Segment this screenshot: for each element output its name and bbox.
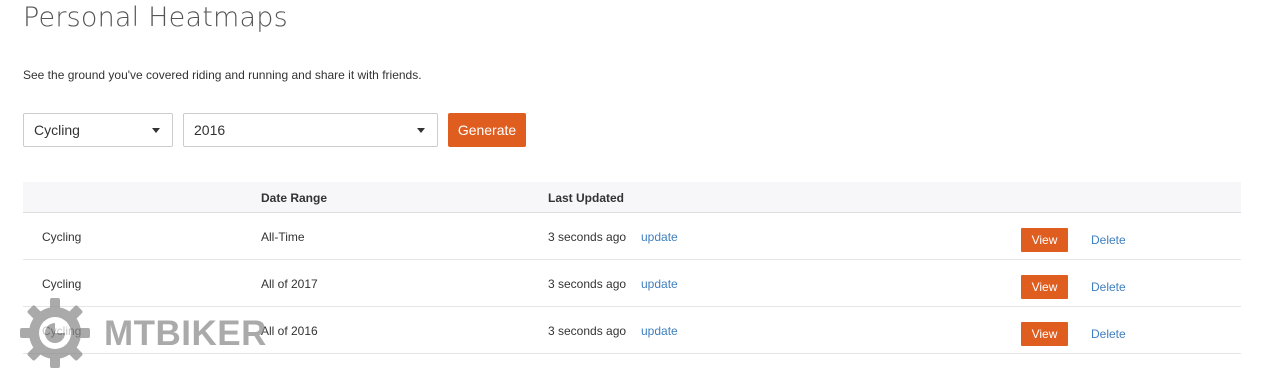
year-select-value: 2016: [194, 122, 226, 138]
delete-link[interactable]: Delete: [1091, 280, 1126, 294]
row-last-updated: 3 seconds ago: [548, 230, 627, 244]
sport-select[interactable]: Cycling: [23, 113, 173, 147]
delete-link[interactable]: Delete: [1091, 233, 1126, 247]
year-select[interactable]: 2016: [183, 113, 438, 147]
table-row: Cycling All-Time 3 seconds ago update Vi…: [23, 213, 1241, 260]
update-link[interactable]: update: [641, 277, 678, 291]
column-header-date-range: Date Range: [261, 191, 328, 205]
update-link[interactable]: update: [641, 230, 678, 244]
table-header: Date Range Last Updated: [23, 182, 1241, 213]
table-row: Cycling All of 2016 3 seconds ago update…: [23, 307, 1241, 354]
row-sport: Cycling: [42, 230, 82, 244]
row-date-range: All of 2017: [261, 277, 318, 291]
row-sport: Cycling: [42, 324, 82, 338]
view-button[interactable]: View: [1021, 322, 1068, 346]
generate-button[interactable]: Generate: [448, 113, 526, 147]
update-link[interactable]: update: [641, 324, 678, 338]
table-row: Cycling All of 2017 3 seconds ago update…: [23, 260, 1241, 307]
heatmaps-table: Date Range Last Updated Cycling All-Time…: [23, 182, 1241, 354]
sport-select-value: Cycling: [34, 122, 80, 138]
row-date-range: All-Time: [261, 230, 305, 244]
delete-link[interactable]: Delete: [1091, 327, 1126, 341]
row-date-range: All of 2016: [261, 324, 318, 338]
column-header-last-updated: Last Updated: [548, 191, 625, 205]
row-last-updated: 3 seconds ago: [548, 324, 627, 338]
row-sport: Cycling: [42, 277, 82, 291]
view-button[interactable]: View: [1021, 275, 1068, 299]
page-subtitle: See the ground you've covered riding and…: [23, 68, 422, 82]
view-button[interactable]: View: [1021, 228, 1068, 252]
caret-down-icon: [152, 128, 160, 133]
caret-down-icon: [417, 128, 425, 133]
row-last-updated: 3 seconds ago: [548, 277, 627, 291]
page-title: Personal Heatmaps: [23, 2, 288, 33]
